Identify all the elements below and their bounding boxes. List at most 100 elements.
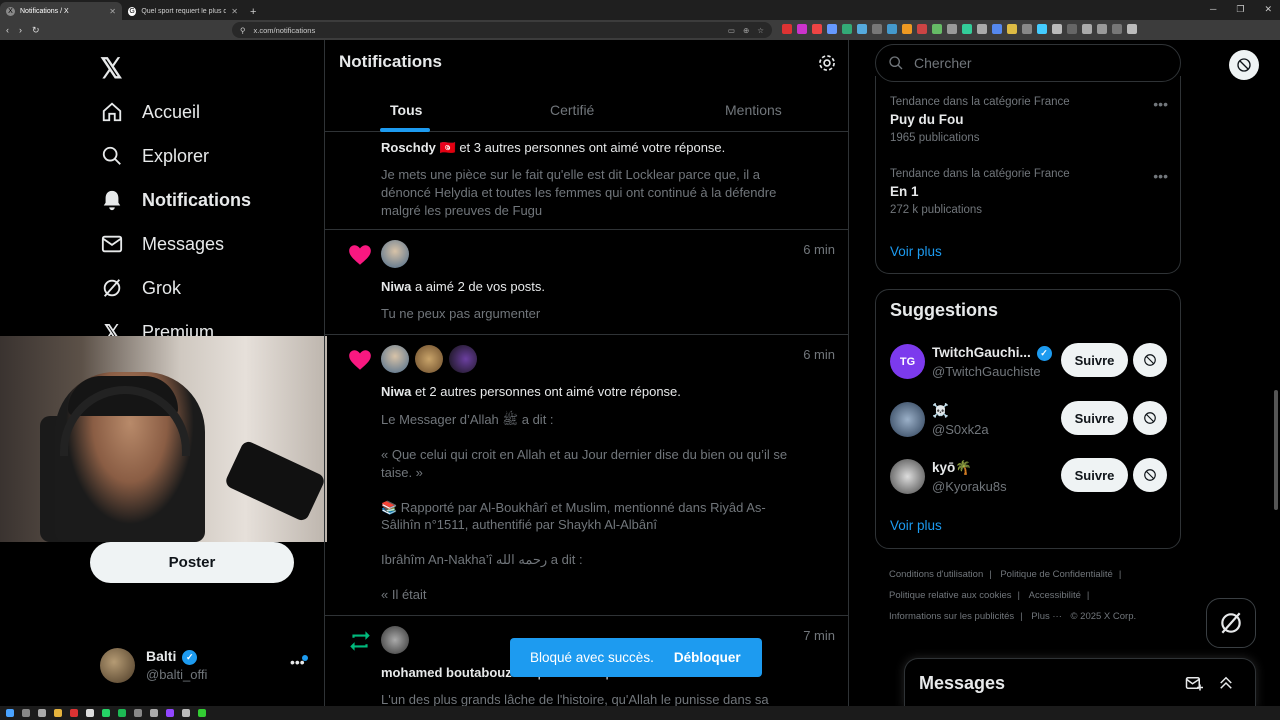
taskbar-app-icon[interactable] xyxy=(38,709,46,717)
spotify-icon[interactable] xyxy=(118,709,126,717)
extension-icon[interactable] xyxy=(932,24,942,34)
minimize-icon[interactable]: ─ xyxy=(1210,4,1216,15)
extension-icon[interactable] xyxy=(902,24,912,34)
see-more-trends-link[interactable]: Voir plus xyxy=(890,244,942,259)
avatar[interactable] xyxy=(381,345,409,373)
nav-item-notifications[interactable]: Notifications xyxy=(100,188,251,212)
footer-link[interactable]: Conditions d'utilisation xyxy=(889,569,983,580)
notification-item[interactable]: 6 min Niwa et 2 autres personnes ont aim… xyxy=(325,335,848,616)
page-scrollbar[interactable] xyxy=(1272,40,1280,706)
extension-icon[interactable] xyxy=(1067,24,1077,34)
whatsapp-icon[interactable] xyxy=(102,709,110,717)
search-icon[interactable] xyxy=(22,709,30,717)
start-icon[interactable] xyxy=(6,709,14,717)
extension-icon[interactable] xyxy=(1112,24,1122,34)
extension-icon[interactable] xyxy=(917,24,927,34)
tab-all[interactable]: Tous xyxy=(390,102,422,118)
close-tab-icon[interactable]: ✕ xyxy=(109,7,116,16)
extension-icon[interactable] xyxy=(1022,24,1032,34)
unblock-button[interactable]: Débloquer xyxy=(674,650,741,665)
browser-tab-notifications[interactable]: X Notifications / X ✕ xyxy=(0,2,122,20)
avatar[interactable] xyxy=(890,459,925,494)
block-icon[interactable] xyxy=(1133,343,1167,377)
extension-icon[interactable] xyxy=(1052,24,1062,34)
extension-icon[interactable] xyxy=(857,24,867,34)
see-more-suggestions-link[interactable]: Voir plus xyxy=(890,518,942,533)
footer-link[interactable]: Politique relative aux cookies xyxy=(889,590,1012,601)
bookmark-icon[interactable]: ☆ xyxy=(757,26,764,35)
extension-icon[interactable] xyxy=(842,24,852,34)
back-icon[interactable]: ‹ xyxy=(6,25,9,35)
folder-icon[interactable] xyxy=(54,709,62,717)
nav-item-messages[interactable]: Messages xyxy=(100,232,224,256)
block-icon[interactable] xyxy=(1133,401,1167,435)
taskbar-app-icon[interactable] xyxy=(182,709,190,717)
messages-drawer[interactable]: Messages xyxy=(904,658,1256,706)
extension-icon[interactable] xyxy=(1037,24,1047,34)
nav-item-explore[interactable]: Explorer xyxy=(100,144,209,168)
taskbar-app-icon[interactable] xyxy=(70,709,78,717)
footer-link[interactable]: Politique de Confidentialité xyxy=(1000,569,1113,580)
post-button[interactable]: Poster xyxy=(90,542,294,583)
avatar[interactable] xyxy=(381,626,409,654)
avatar[interactable] xyxy=(381,240,409,268)
nav-item-home[interactable]: Accueil xyxy=(100,100,200,124)
avatar[interactable] xyxy=(890,402,925,437)
taskbar-app-icon[interactable] xyxy=(86,709,94,717)
extension-icon[interactable] xyxy=(887,24,897,34)
x-logo-icon[interactable]: 𝕏 xyxy=(100,52,123,85)
tab-verified[interactable]: Certifié xyxy=(550,102,594,118)
expand-icon[interactable] xyxy=(1217,674,1235,697)
block-icon[interactable] xyxy=(1133,458,1167,492)
footer-link[interactable]: Accessibilité xyxy=(1029,590,1081,601)
extension-icon[interactable] xyxy=(812,24,822,34)
suggestion-item[interactable]: kyō🌴 @Kyoraku8s Suivre xyxy=(890,457,1170,497)
browser-tab-search[interactable]: G Quel sport requiert le plus de cardio … xyxy=(122,2,244,20)
extension-icon[interactable] xyxy=(872,24,882,34)
extension-icon[interactable] xyxy=(827,24,837,34)
forward-icon[interactable]: › xyxy=(19,25,22,35)
trend-item[interactable]: Tendance dans la catégorie France Puy du… xyxy=(890,96,1170,144)
taskbar-app-icon[interactable] xyxy=(150,709,158,717)
tab-mentions[interactable]: Mentions xyxy=(725,102,782,118)
new-tab-icon[interactable]: + xyxy=(244,6,262,18)
extension-icon[interactable] xyxy=(1127,24,1137,34)
notification-item[interactable]: 6 min Niwa a aimé 2 de vos posts. Tu ne … xyxy=(325,230,848,335)
gear-icon[interactable] xyxy=(817,53,837,73)
avatar[interactable] xyxy=(415,345,443,373)
scrollbar-thumb[interactable] xyxy=(1274,390,1278,510)
more-icon[interactable]: ••• xyxy=(1153,96,1168,112)
extension-icon[interactable] xyxy=(782,24,792,34)
footer-link[interactable]: Informations sur les publicités xyxy=(889,611,1014,622)
suggestion-item[interactable]: TG TwitchGauchi... ✓ @TwitchGauchiste Su… xyxy=(890,342,1170,382)
new-message-icon[interactable] xyxy=(1185,674,1203,697)
extension-icon[interactable] xyxy=(1097,24,1107,34)
footer-link[interactable]: Plus ··· xyxy=(1031,611,1062,622)
account-switcher[interactable]: Balti ✓ @balti_offi ••• xyxy=(100,646,310,686)
cast-icon[interactable]: ▭ xyxy=(728,26,735,35)
grok-fab-icon[interactable] xyxy=(1206,598,1256,648)
extension-icon[interactable] xyxy=(992,24,1002,34)
site-info-icon[interactable]: ⚲ xyxy=(240,26,246,35)
follow-button[interactable]: Suivre xyxy=(1061,343,1128,377)
more-icon[interactable]: ••• xyxy=(1153,168,1168,184)
follow-button[interactable]: Suivre xyxy=(1061,401,1128,435)
suggestion-item[interactable]: ☠️ @S0xk2a Suivre xyxy=(890,400,1170,440)
twitch-icon[interactable] xyxy=(166,709,174,717)
extension-icon[interactable] xyxy=(977,24,987,34)
taskbar-app-icon[interactable] xyxy=(134,709,142,717)
block-icon[interactable] xyxy=(1229,50,1259,80)
extension-icon[interactable] xyxy=(1082,24,1092,34)
reload-icon[interactable]: ↻ xyxy=(32,25,40,36)
taskbar-app-icon[interactable] xyxy=(198,709,206,717)
trend-item[interactable]: Tendance dans la catégorie France En 1 2… xyxy=(890,168,1170,216)
maximize-icon[interactable]: ❐ xyxy=(1236,4,1244,15)
avatar[interactable] xyxy=(449,345,477,373)
close-tab-icon[interactable]: ✕ xyxy=(231,7,238,16)
zoom-icon[interactable]: ⊕ xyxy=(743,26,749,35)
extension-icon[interactable] xyxy=(962,24,972,34)
follow-button[interactable]: Suivre xyxy=(1061,458,1128,492)
extension-icon[interactable] xyxy=(947,24,957,34)
avatar[interactable]: TG xyxy=(890,344,925,379)
close-window-icon[interactable]: ✕ xyxy=(1264,4,1272,15)
